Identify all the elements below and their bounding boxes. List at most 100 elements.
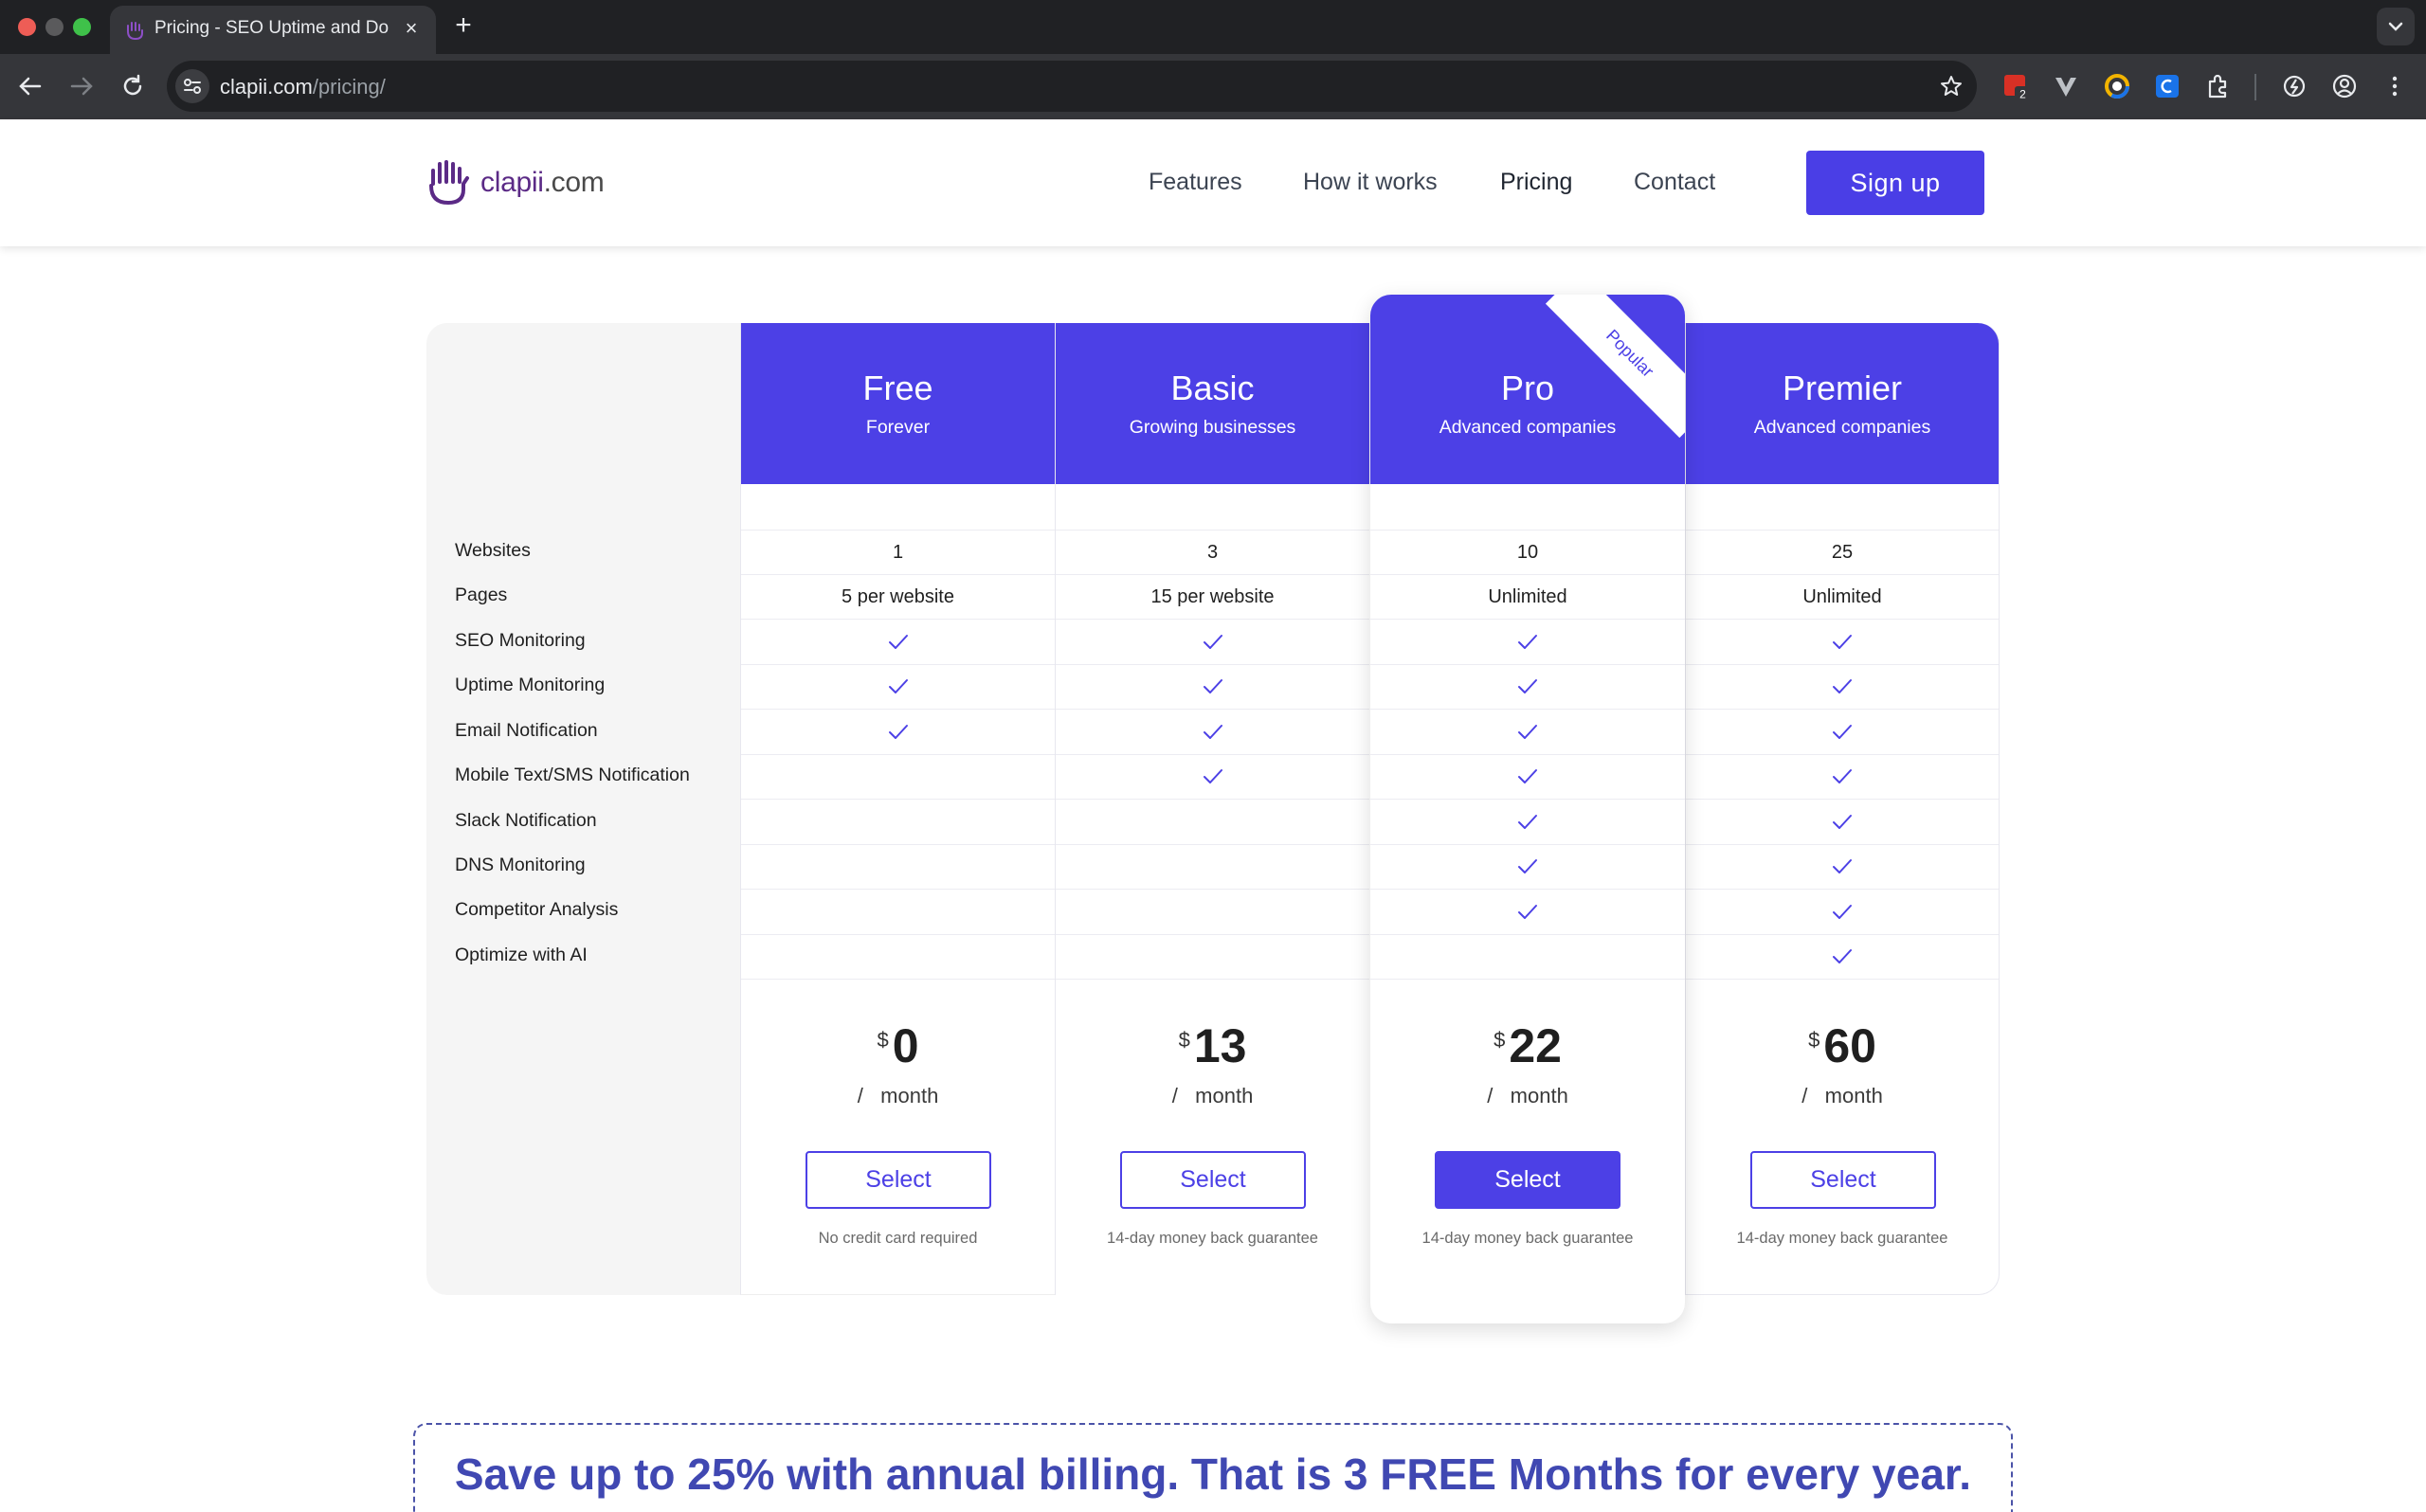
new-tab-button[interactable]: + <box>447 9 480 42</box>
performance-icon[interactable] <box>2278 70 2310 102</box>
feature-check-cell <box>1370 663 1685 709</box>
currency-symbol: $ <box>877 1028 889 1052</box>
forward-arrow-icon[interactable] <box>63 67 100 105</box>
tab-title: Pricing - SEO Uptime and Do <box>154 18 389 38</box>
check-icon <box>1516 901 1539 922</box>
check-icon <box>887 676 910 697</box>
minimize-window-button[interactable] <box>45 18 63 36</box>
plan-header: Basic Growing businesses <box>1056 323 1369 484</box>
feature-label: Email Notification <box>455 720 598 741</box>
row-divider <box>741 979 1055 980</box>
check-icon <box>1831 721 1854 742</box>
select-plan-button[interactable]: Select <box>806 1151 991 1209</box>
check-icon <box>1202 631 1224 652</box>
feature-label: Websites <box>455 540 531 561</box>
tab-close-icon[interactable]: × <box>398 15 425 42</box>
period-label: month <box>880 1084 939 1107</box>
feature-label: Slack Notification <box>455 810 597 831</box>
feature-check-cell <box>1370 889 1685 933</box>
feature-check-cell <box>1370 799 1685 843</box>
price-amount: 60 <box>1823 1019 1876 1072</box>
plan-subtitle: Advanced companies <box>1439 417 1617 438</box>
tab-search-button[interactable] <box>2377 8 2415 45</box>
feature-check-cell <box>1056 619 1369 663</box>
feature-check-cell <box>741 663 1055 709</box>
check-icon <box>1516 721 1539 742</box>
c-extension-icon[interactable] <box>2151 70 2183 102</box>
calendar-extension-icon[interactable]: 2 <box>2001 70 2033 102</box>
feature-check-cell <box>1370 619 1685 663</box>
feature-check-cell <box>1686 709 1999 753</box>
logo-domain: .com <box>543 167 605 198</box>
websites-value: 25 <box>1686 530 1999 574</box>
profile-avatar-icon[interactable] <box>2328 70 2361 102</box>
browser-tab-strip: Pricing - SEO Uptime and Do × + <box>0 0 2426 54</box>
period-slash: / <box>1487 1084 1494 1107</box>
select-plan-button[interactable]: Select <box>1750 1151 1936 1209</box>
extension-badge: 2 <box>2019 88 2026 101</box>
nav-pricing-link[interactable]: Pricing <box>1500 169 1572 196</box>
feature-check-cell <box>1056 753 1369 799</box>
spacer-row <box>1370 484 1685 530</box>
select-plan-button[interactable]: Select <box>1435 1151 1620 1209</box>
check-icon <box>1516 676 1539 697</box>
site-settings-icon[interactable] <box>175 69 209 103</box>
annual-billing-banner: Save up to 25% with annual billing. That… <box>413 1423 2013 1512</box>
check-icon <box>1516 766 1539 787</box>
plan-subtitle: Advanced companies <box>1753 417 1931 438</box>
feature-check-cell <box>1370 843 1685 889</box>
pages-value: 15 per website <box>1056 574 1369 619</box>
sign-up-button[interactable]: Sign up <box>1806 151 1984 215</box>
close-window-button[interactable] <box>18 18 36 36</box>
check-icon <box>1831 811 1854 832</box>
reload-icon[interactable] <box>114 67 152 105</box>
browser-tab[interactable]: Pricing - SEO Uptime and Do × <box>110 6 436 54</box>
maximize-window-button[interactable] <box>73 18 91 36</box>
feature-label: Optimize with AI <box>455 945 588 965</box>
feature-check-cell <box>1686 663 1999 709</box>
site-favicon-icon <box>127 22 143 41</box>
nav-how-it-works-link[interactable]: How it works <box>1303 169 1438 196</box>
feature-check-cell <box>1056 843 1369 889</box>
nav-features-link[interactable]: Features <box>1149 169 1242 196</box>
plan-price: $0 <box>741 1018 1055 1073</box>
price-period: / month <box>1370 1084 1685 1108</box>
browser-toolbar: clapii.com/pricing/ 2 <box>0 54 2426 119</box>
period-label: month <box>1195 1084 1254 1107</box>
check-icon <box>1516 631 1539 652</box>
address-bar[interactable]: clapii.com/pricing/ <box>167 61 1977 112</box>
plan-price: $13 <box>1056 1018 1369 1073</box>
plan-name: Premier <box>1782 369 1903 407</box>
plan-subtitle: Forever <box>865 417 931 438</box>
feature-check-cell <box>741 709 1055 753</box>
url-text: clapii.com/pricing/ <box>220 75 386 99</box>
plan-header: Pro Advanced companies Popular <box>1370 295 1685 484</box>
bookmark-star-icon[interactable] <box>1939 74 1964 99</box>
more-menu-icon[interactable] <box>2379 70 2411 102</box>
plan-note: 14-day money back guarantee <box>1736 1230 1948 1247</box>
nav-contact-link[interactable]: Contact <box>1634 169 1715 196</box>
check-icon <box>1831 766 1854 787</box>
check-icon <box>1831 631 1854 652</box>
feature-check-cell <box>1686 933 1999 979</box>
extensions-puzzle-icon[interactable] <box>2202 70 2235 102</box>
plan-note: No credit card required <box>818 1230 978 1247</box>
color-picker-extension-icon[interactable] <box>2101 70 2133 102</box>
v-extension-icon[interactable] <box>2050 70 2082 102</box>
feature-check-cell <box>1686 889 1999 933</box>
pages-value: 5 per website <box>741 574 1055 619</box>
websites-value: 3 <box>1056 530 1369 574</box>
select-plan-button[interactable]: Select <box>1120 1151 1306 1209</box>
feature-label: Uptime Monitoring <box>455 675 606 695</box>
back-arrow-icon[interactable] <box>11 67 49 105</box>
check-icon <box>1516 856 1539 877</box>
check-icon <box>1516 811 1539 832</box>
pages-value: Unlimited <box>1370 574 1685 619</box>
plan-note: 14-day money back guarantee <box>1107 1230 1318 1247</box>
row-divider <box>1370 979 1685 980</box>
price-amount: 13 <box>1193 1019 1247 1072</box>
currency-symbol: $ <box>1178 1028 1190 1052</box>
currency-symbol: $ <box>1808 1028 1820 1052</box>
row-divider <box>1686 979 1999 980</box>
feature-label-column: Websites Pages SEO Monitoring Uptime Mon… <box>426 323 740 1295</box>
